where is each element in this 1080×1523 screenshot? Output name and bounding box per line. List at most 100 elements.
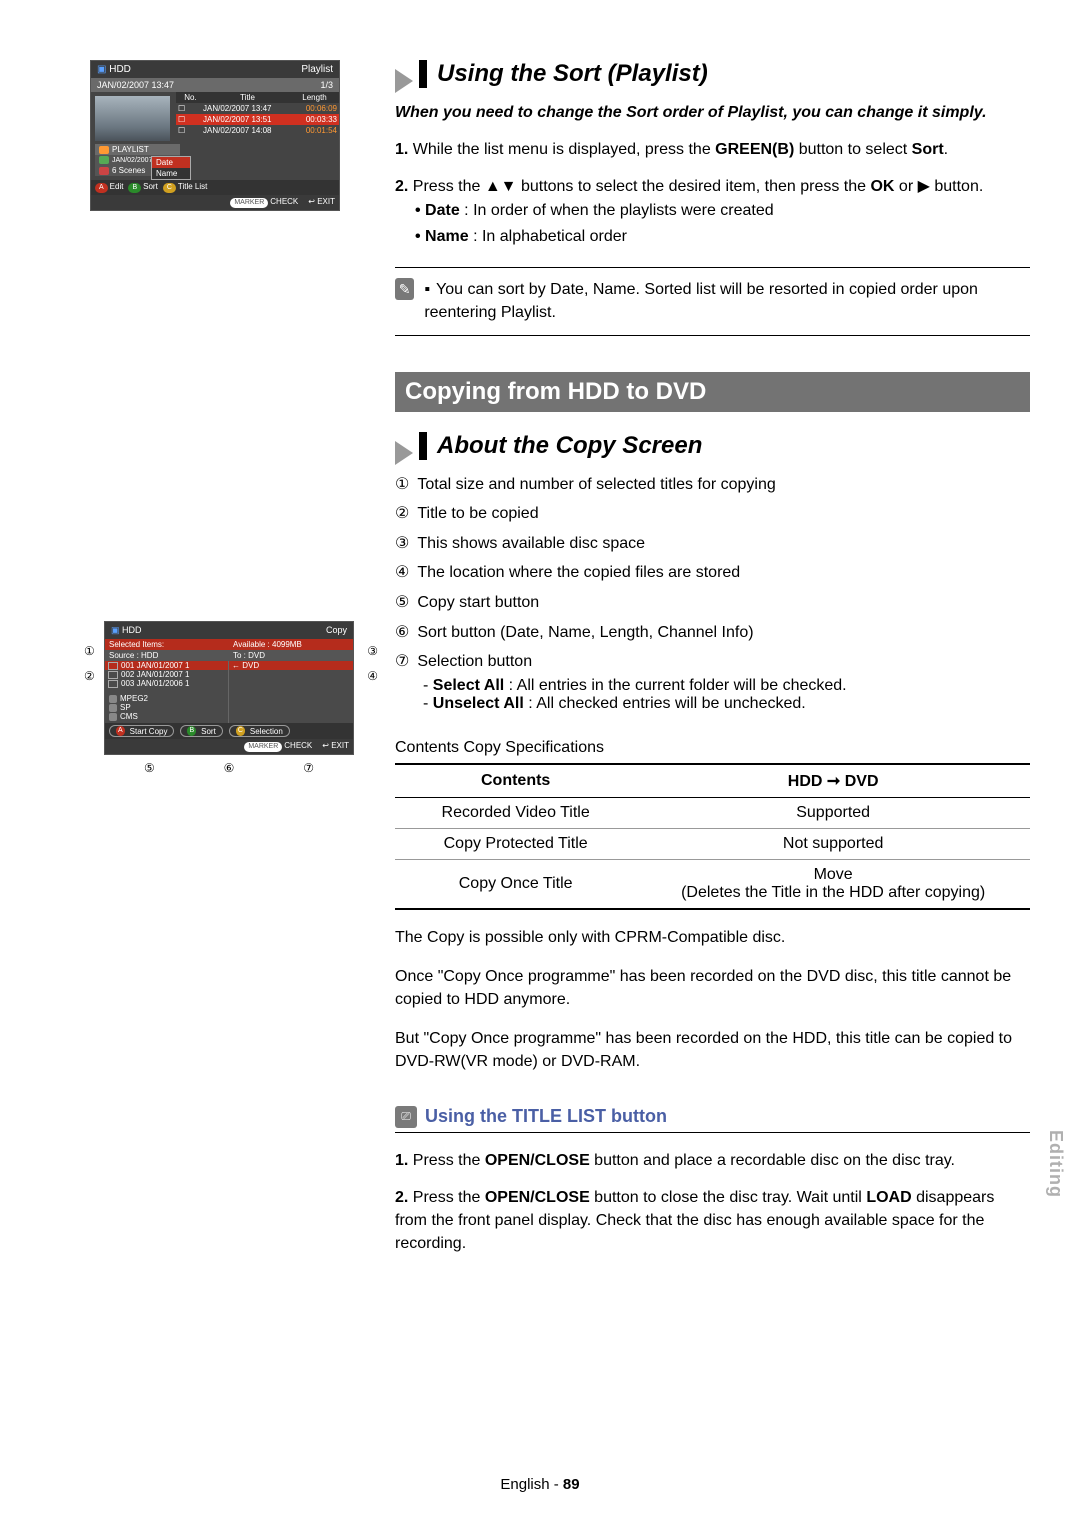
section3-heading: Using the TITLE LIST button bbox=[425, 1106, 667, 1127]
para1: The Copy is possible only with CPRM-Comp… bbox=[395, 926, 1030, 949]
t: OPEN/CLOSE bbox=[485, 1152, 590, 1169]
col-no: No. bbox=[178, 93, 203, 102]
osd1-mode: Playlist bbox=[301, 64, 333, 75]
step-1: 1. While the list menu is displayed, pre… bbox=[395, 138, 1030, 161]
item-4: ④The location where the copied files are… bbox=[395, 558, 1030, 588]
footer-lang: English - bbox=[500, 1476, 563, 1493]
para3: But "Copy Once programme" has been recor… bbox=[395, 1027, 1030, 1073]
footer-check: CHECK bbox=[270, 197, 298, 206]
playlist-osd-screenshot: ▣ HDD Playlist JAN/02/2007 13:47 1/3 PLA… bbox=[90, 60, 340, 211]
side-tab: Editing bbox=[1045, 1130, 1066, 1198]
s3-step-1: 1. Press the OPEN/CLOSE button and place… bbox=[395, 1149, 1030, 1172]
footer-exit: EXIT bbox=[317, 197, 335, 206]
osd1-index: 1/3 bbox=[320, 80, 333, 90]
file-name: 001 JAN/01/2007 1 bbox=[121, 661, 190, 670]
t: Sort button (Date, Name, Length, Channel… bbox=[417, 618, 753, 648]
cms-label: CMS bbox=[120, 712, 138, 721]
t: button to select bbox=[794, 141, 911, 158]
callout-6: ⑥ bbox=[224, 761, 235, 775]
file-item: 002 JAN/01/2007 1 bbox=[105, 670, 228, 679]
file-item: 003 JAN/01/2006 1 bbox=[105, 679, 228, 688]
spec-title: Contents Copy Specifications bbox=[395, 739, 1030, 757]
t: The location where the copied files are … bbox=[417, 558, 740, 588]
t: (Deletes the Title in the HDD after copy… bbox=[681, 884, 985, 901]
osd2-source: Source : HDD bbox=[105, 650, 229, 661]
td: Recorded Video Title bbox=[395, 797, 636, 828]
t: Title to be copied bbox=[417, 499, 538, 529]
t: GREEN(B) bbox=[715, 141, 794, 158]
osd1-scenes: 6 Scenes bbox=[112, 166, 145, 175]
mpeg2-label: MPEG2 bbox=[120, 694, 148, 703]
green-chip-icon: B bbox=[187, 726, 196, 736]
date-icon bbox=[99, 156, 109, 164]
t: Press the ▲▼ buttons to select the desir… bbox=[413, 178, 871, 195]
t: Press the bbox=[413, 1189, 485, 1206]
note-box: ✎ ▪You can sort by Date, Name. Sorted li… bbox=[395, 267, 1030, 335]
note-text: You can sort by Date, Name. Sorted list … bbox=[424, 281, 978, 321]
t: : In alphabetical order bbox=[469, 228, 627, 245]
osd2-available: Available : 4099MB bbox=[229, 639, 353, 650]
osd1-thumbnail bbox=[95, 96, 170, 141]
osd2-to: To : DVD bbox=[229, 650, 353, 661]
t: Press the bbox=[413, 1152, 485, 1169]
osd1-device-icon: ▣ bbox=[97, 64, 106, 75]
t: Copy start button bbox=[417, 588, 539, 618]
t: button to close the disc tray. Wait unti… bbox=[590, 1189, 867, 1206]
t: : All entries in the current folder will… bbox=[504, 677, 846, 694]
section1-heading: Using the Sort (Playlist) bbox=[419, 60, 708, 88]
file-name: 002 JAN/01/2007 1 bbox=[121, 670, 190, 679]
t: Unselect All bbox=[433, 695, 524, 712]
t: OK bbox=[870, 178, 894, 195]
section1-subtitle: When you need to change the Sort order o… bbox=[395, 102, 1030, 124]
item-3: ③This shows available disc space bbox=[395, 529, 1030, 559]
td: Not supported bbox=[636, 828, 1030, 859]
osd1-playlist-label: PLAYLIST bbox=[112, 145, 149, 154]
section-arrow-icon bbox=[395, 69, 413, 93]
section2-heading: About the Copy Screen bbox=[419, 432, 702, 460]
sort-popup: Date Name bbox=[151, 156, 191, 180]
callout-7: ⑦ bbox=[303, 761, 314, 775]
yellow-chip-icon: C bbox=[163, 183, 176, 193]
sp-icon bbox=[109, 704, 117, 712]
osd2-mode: Copy bbox=[326, 625, 347, 636]
sp-label: SP bbox=[120, 703, 131, 712]
t: Move bbox=[814, 866, 853, 883]
list-item-len: 00:06:09 bbox=[292, 104, 337, 113]
th-contents: Contents bbox=[395, 764, 636, 798]
red-chip-icon: A bbox=[95, 183, 108, 193]
t: : All checked entries will be unchecked. bbox=[524, 695, 806, 712]
list-item: JAN/02/2007 13:47 bbox=[203, 104, 292, 113]
playlist-icon bbox=[99, 146, 109, 154]
item-6: ⑥Sort button (Date, Name, Length, Channe… bbox=[395, 618, 1030, 648]
item-7b: - Unselect All : All checked entries wil… bbox=[423, 695, 1030, 713]
footer-titlelist: Title List bbox=[178, 182, 208, 191]
file-icon bbox=[108, 671, 118, 679]
file-item: 001 JAN/01/2007 1 bbox=[105, 661, 228, 670]
callout-5: ⑤ bbox=[144, 761, 155, 775]
osd1-device: HDD bbox=[109, 64, 131, 75]
item-2: ②Title to be copied bbox=[395, 499, 1030, 529]
footer-check2: CHECK bbox=[284, 741, 312, 750]
yellow-chip-icon: C bbox=[236, 726, 245, 736]
osd2-device-icon: ▣ bbox=[111, 625, 120, 635]
item-7: ⑦Selection button bbox=[395, 647, 1030, 677]
osd2-selitems: Selected Items: bbox=[105, 639, 229, 650]
t: Total size and number of selected titles… bbox=[417, 470, 775, 500]
list-item: JAN/02/2007 13:51 bbox=[203, 115, 292, 124]
note-bullet-icon: ▪ bbox=[424, 281, 430, 298]
t: While the list menu is displayed, press … bbox=[413, 141, 715, 158]
t: : In order of when the playlists were cr… bbox=[460, 202, 774, 219]
t: OPEN/CLOSE bbox=[485, 1189, 590, 1206]
note-icon: ✎ bbox=[395, 278, 414, 300]
callout-3: ③ bbox=[367, 644, 378, 658]
t: Sort bbox=[912, 141, 944, 158]
popup-name: Name bbox=[152, 168, 190, 179]
scenes-icon bbox=[99, 167, 109, 175]
item-7a: - Select All : All entries in the curren… bbox=[423, 677, 1030, 695]
callout-1: ① bbox=[84, 644, 95, 658]
dvd-label: DVD bbox=[242, 661, 259, 670]
cms-icon bbox=[109, 713, 117, 721]
item-1: ①Total size and number of selected title… bbox=[395, 470, 1030, 500]
file-icon bbox=[108, 680, 118, 688]
t: This shows available disc space bbox=[417, 529, 645, 559]
